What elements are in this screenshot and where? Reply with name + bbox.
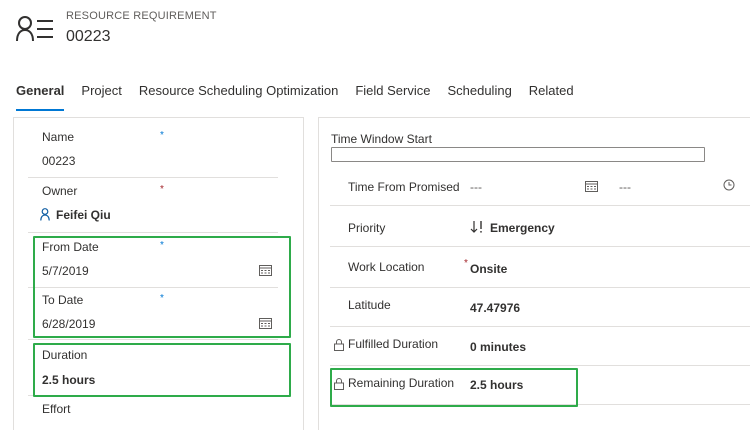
calendar-icon[interactable] xyxy=(585,180,598,192)
duration-field[interactable]: Duration 2.5 hours xyxy=(28,340,278,396)
time-from-promised-label: Time From Promised xyxy=(348,180,460,194)
from-date-field[interactable]: From Date * 5/7/2019 xyxy=(28,233,278,288)
lock-icon xyxy=(334,378,344,390)
to-date-label: To Date xyxy=(42,293,84,307)
lock-icon xyxy=(334,339,344,351)
required-marker: * xyxy=(160,184,164,195)
tab-field-service[interactable]: Field Service xyxy=(355,83,430,105)
recommended-marker: * xyxy=(160,240,164,251)
record-header: RESOURCE REQUIREMENT 00223 xyxy=(0,0,750,80)
owner-link[interactable]: Feifei Qiu xyxy=(56,208,111,222)
latitude-value[interactable]: 47.47976 xyxy=(470,301,520,315)
priority-label: Priority xyxy=(348,221,386,235)
duration-label: Duration xyxy=(42,348,88,362)
recommended-marker: * xyxy=(160,130,164,141)
work-location-field[interactable]: Work Location * Onsite xyxy=(330,247,750,288)
to-date-value[interactable]: 6/28/2019 xyxy=(42,317,95,331)
required-marker: * xyxy=(464,258,468,269)
to-date-field[interactable]: To Date * 6/28/2019 xyxy=(28,288,278,340)
time-from-promised-field[interactable]: Time From Promised --- --- xyxy=(330,167,750,206)
priority-link[interactable]: Emergency xyxy=(490,221,555,235)
owner-field[interactable]: Owner * Feifei Qiu xyxy=(28,178,278,233)
owner-label: Owner xyxy=(42,184,78,198)
calendar-icon[interactable] xyxy=(259,317,272,329)
tab-project[interactable]: Project xyxy=(81,83,121,105)
recommended-marker: * xyxy=(160,293,164,304)
fulfilled-duration-field: Fulfilled Duration 0 minutes xyxy=(330,327,750,366)
latitude-label: Latitude xyxy=(348,298,391,312)
form-tabs: General Project Resource Scheduling Opti… xyxy=(16,83,591,111)
tab-scheduling[interactable]: Scheduling xyxy=(447,83,511,105)
from-date-value[interactable]: 5/7/2019 xyxy=(42,264,89,278)
name-label: Name xyxy=(42,130,75,144)
tab-related[interactable]: Related xyxy=(529,83,574,105)
work-location-label: Work Location xyxy=(348,260,425,274)
priority-arrow-icon xyxy=(470,221,482,233)
duration-value[interactable]: 2.5 hours xyxy=(42,373,95,387)
person-icon xyxy=(40,208,50,221)
fulfilled-duration-label: Fulfilled Duration xyxy=(348,337,439,351)
time-window-start-label: Time Window Start xyxy=(331,132,432,146)
priority-field[interactable]: Priority Emergency xyxy=(330,208,750,247)
tab-general[interactable]: General xyxy=(16,83,65,111)
time-window-start-input[interactable] xyxy=(331,147,705,162)
name-value[interactable]: 00223 xyxy=(42,154,75,168)
time-from-promised-date[interactable]: --- xyxy=(470,180,482,194)
fulfilled-duration-value: 0 minutes xyxy=(470,340,527,354)
entity-type-label: RESOURCE REQUIREMENT xyxy=(66,10,217,22)
time-from-promised-time[interactable]: --- xyxy=(619,180,631,194)
from-date-label: From Date xyxy=(42,240,99,254)
record-title: 00223 xyxy=(66,28,111,45)
calendar-icon[interactable] xyxy=(259,264,272,276)
remaining-duration-label: Remaining Duration xyxy=(348,376,455,390)
resource-requirement-icon xyxy=(16,16,53,42)
remaining-duration-field: Remaining Duration 2.5 hours xyxy=(330,366,750,405)
effort-label: Effort xyxy=(42,402,71,416)
clock-icon[interactable] xyxy=(723,179,735,191)
remaining-duration-value: 2.5 hours xyxy=(470,378,524,392)
name-field[interactable]: Name * 00223 xyxy=(28,124,278,178)
effort-field[interactable]: Effort xyxy=(28,396,278,430)
latitude-field[interactable]: Latitude 47.47976 xyxy=(330,288,750,327)
work-location-value[interactable]: Onsite xyxy=(470,262,507,276)
tab-resource-scheduling-optimization[interactable]: Resource Scheduling Optimization xyxy=(139,83,338,105)
